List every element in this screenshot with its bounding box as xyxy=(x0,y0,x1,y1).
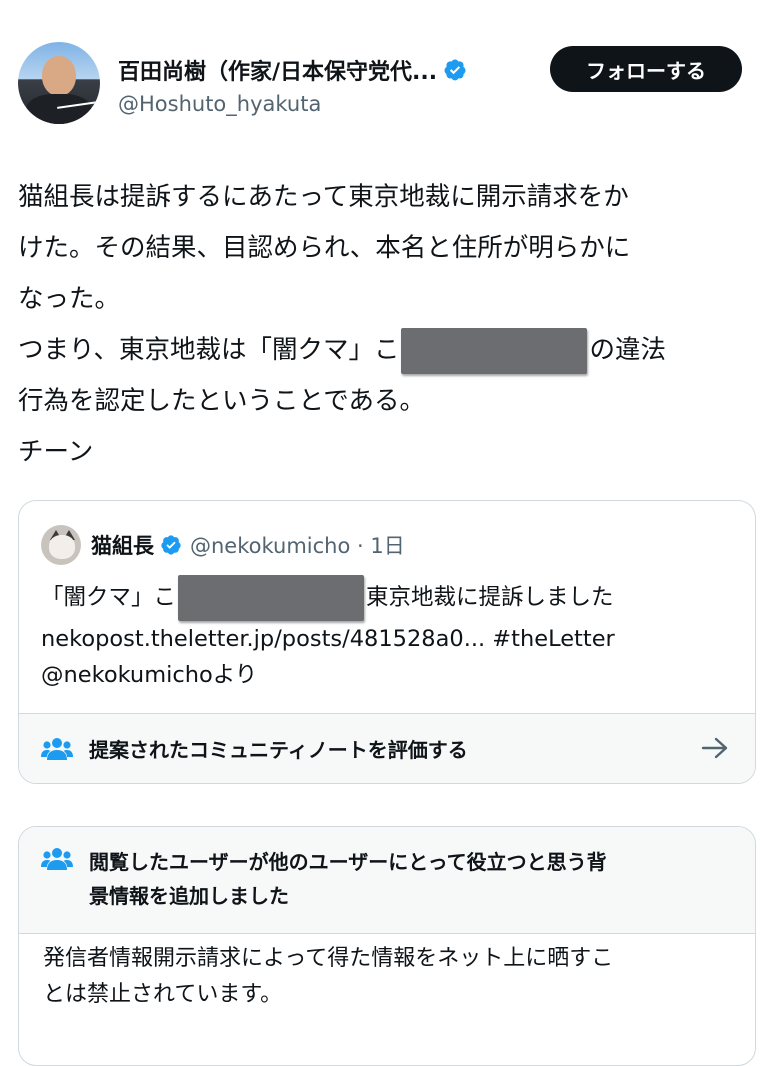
community-note-title-line: 閲覧したユーザーが他のユーザーにとって役立つと思う背 xyxy=(89,850,607,874)
community-note-body: 発信者情報開示請求によって得た情報をネット上に晒すこ とは禁止されています。 xyxy=(43,941,613,1013)
redaction-block xyxy=(178,575,365,621)
quoted-line-part: 「闇クマ」こ xyxy=(41,584,177,611)
community-note-title: 閲覧したユーザーが他のユーザーにとって役立つと思う背 景情報を追加しました xyxy=(89,845,729,913)
rate-community-note-content: 提案されたコミュニティノートを評価する xyxy=(41,734,468,763)
quoted-author-avatar[interactable] xyxy=(41,525,81,565)
community-note-body-line: とは禁止されています。 xyxy=(43,982,283,1007)
tweet-line: 行為を認定したということである。 xyxy=(18,386,425,416)
divider xyxy=(19,933,755,934)
quoted-via-line: @nekokumichoより xyxy=(41,662,258,688)
tweet-header: 百田尚樹（作家/日本保守党代... @Hoshuto_hyakuta フォローす… xyxy=(18,42,758,128)
quoted-tweet-text: 「闇クマ」こ 東京地裁に提訴しました nekopost.theletter.jp/… xyxy=(41,575,615,693)
community-note: 閲覧したユーザーが他のユーザーにとって役立つと思う背 景情報を追加しました 発信… xyxy=(18,826,756,1066)
tweet-line: 猫組長は提訴するにあたって東京地裁に開示請求をか xyxy=(18,182,629,212)
tweet-line-part: の違法 xyxy=(589,335,666,365)
tweet-line: けた。その結果、目認められ、本名と住所が明らかに xyxy=(18,233,631,263)
quoted-link-line[interactable]: nekopost.theletter.jp/posts/481528a0... … xyxy=(41,621,615,657)
author-handle[interactable]: @Hoshuto_hyakuta xyxy=(118,92,321,116)
quoted-tweet-header: 猫組長 @nekokumicho · 1日 xyxy=(41,525,405,565)
cat-face xyxy=(49,535,75,559)
community-notes-icon xyxy=(41,737,73,760)
community-note-body-line: 発信者情報開示請求によって得た情報をネット上に晒すこ xyxy=(43,946,614,971)
quoted-author-meta[interactable]: @nekokumicho · 1日 xyxy=(190,530,405,560)
tweet-text: 猫組長は提訴するにあたって東京地裁に開示請求をか けた。その結果、目認められ、本… xyxy=(18,172,758,478)
verified-badge-icon xyxy=(161,535,181,555)
quoted-line-part: 東京地裁に提訴しました xyxy=(366,584,614,611)
follow-button[interactable]: フォローする xyxy=(550,46,742,92)
author-name[interactable]: 百田尚樹（作家/日本保守党代... xyxy=(118,54,437,86)
tweet-line: なった。 xyxy=(18,284,121,314)
avatar-face xyxy=(42,56,76,96)
quoted-tweet[interactable]: 猫組長 @nekokumicho · 1日 「闇クマ」こ 東京地裁に提訴しました … xyxy=(18,500,756,784)
author-avatar[interactable] xyxy=(18,42,100,124)
tweet-line-redacted: つまり、東京地裁は「闇クマ」こ の違法 xyxy=(18,325,758,376)
quoted-line-redacted: 「闇クマ」こ 東京地裁に提訴しました xyxy=(41,575,615,621)
community-note-title-line: 景情報を追加しました xyxy=(89,884,289,908)
rate-community-note-label: 提案されたコミュニティノートを評価する xyxy=(89,738,468,762)
verified-badge-icon xyxy=(444,59,466,81)
community-note-header: 閲覧したユーザーが他のユーザーにとって役立つと思う背 景情報を追加しました xyxy=(19,827,755,933)
rate-community-note-row[interactable]: 提案されたコミュニティノートを評価する xyxy=(19,714,755,783)
author-name-row: 百田尚樹（作家/日本保守党代... xyxy=(118,54,467,86)
tweet-line-part: つまり、東京地裁は「闇クマ」こ xyxy=(18,335,400,365)
community-notes-icon xyxy=(41,848,73,870)
arrow-right-icon[interactable] xyxy=(701,736,729,760)
tweet-line: チーン xyxy=(18,437,94,467)
quoted-author-name[interactable]: 猫組長 xyxy=(91,530,154,560)
redaction-block xyxy=(401,328,588,374)
